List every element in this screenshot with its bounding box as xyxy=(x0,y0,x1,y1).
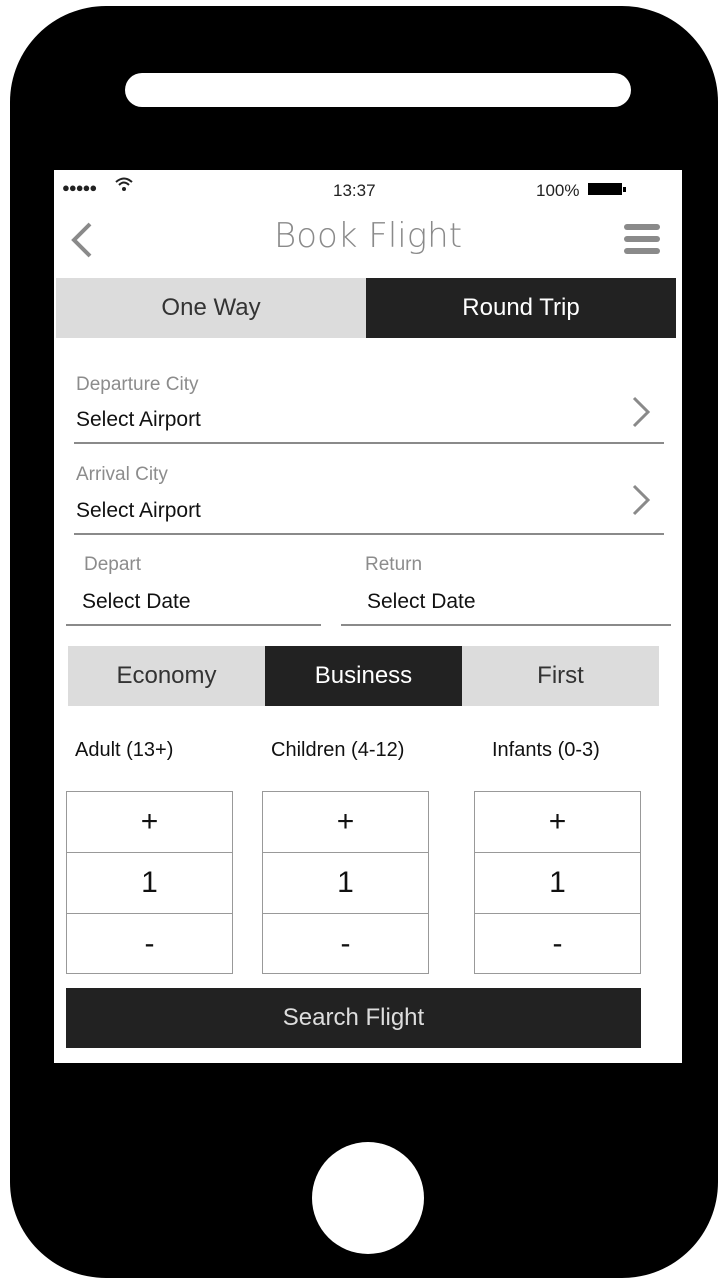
arrival-city-field[interactable]: Arrival City Select Airport xyxy=(74,464,664,535)
departure-city-field[interactable]: Departure City Select Airport xyxy=(74,370,664,444)
adult-minus-button[interactable]: - xyxy=(67,914,232,974)
wifi-icon xyxy=(115,177,133,191)
search-flight-button[interactable]: Search Flight xyxy=(66,988,641,1048)
adult-plus-button[interactable]: + xyxy=(67,792,232,853)
chevron-right-icon xyxy=(632,484,651,516)
page-title: Book Flight xyxy=(273,216,463,256)
children-count: 1 xyxy=(263,853,428,914)
cabin-class-toggle: Economy Business First xyxy=(68,646,659,706)
tab-business[interactable]: Business xyxy=(265,646,462,706)
chevron-right-icon xyxy=(632,396,651,428)
children-label: Children (4-12) xyxy=(271,739,405,761)
children-stepper: + 1 - xyxy=(262,791,429,974)
arrival-city-label: Arrival City xyxy=(76,464,168,485)
depart-date-label: Depart xyxy=(84,554,142,575)
infants-plus-button[interactable]: + xyxy=(475,792,640,853)
infants-label: Infants (0-3) xyxy=(492,739,600,761)
app-screen: ●●●●● 13:37 100% Book Flight One Way Rou… xyxy=(54,170,682,1063)
adult-label: Adult (13+) xyxy=(75,739,174,761)
home-button[interactable] xyxy=(312,1142,424,1254)
departure-city-value: Select Airport xyxy=(76,408,201,431)
phone-speaker xyxy=(125,73,631,107)
signal-strength-icon: ●●●●● xyxy=(62,180,97,195)
tab-economy[interactable]: Economy xyxy=(68,646,265,706)
status-time: 13:37 xyxy=(333,181,376,200)
return-date-value: Select Date xyxy=(367,590,476,613)
infants-minus-button[interactable]: - xyxy=(475,914,640,974)
return-date-label: Return xyxy=(365,554,423,575)
arrival-city-value: Select Airport xyxy=(76,499,201,522)
adult-count: 1 xyxy=(67,853,232,914)
return-date-field[interactable]: Return Select Date xyxy=(341,550,671,626)
nav-bar: Book Flight xyxy=(54,212,682,270)
hamburger-menu-icon[interactable] xyxy=(624,224,660,260)
battery-tip xyxy=(623,187,626,192)
infants-stepper: + 1 - xyxy=(474,791,641,974)
tab-one-way[interactable]: One Way xyxy=(56,278,366,338)
battery-icon xyxy=(588,183,622,195)
infants-count: 1 xyxy=(475,853,640,914)
children-minus-button[interactable]: - xyxy=(263,914,428,974)
departure-city-label: Departure City xyxy=(76,374,199,395)
children-plus-button[interactable]: + xyxy=(263,792,428,853)
trip-type-toggle: One Way Round Trip xyxy=(56,278,676,338)
tab-first[interactable]: First xyxy=(462,646,659,706)
depart-date-field[interactable]: Depart Select Date xyxy=(66,550,321,626)
depart-date-value: Select Date xyxy=(82,590,191,613)
tab-round-trip[interactable]: Round Trip xyxy=(366,278,676,338)
adult-stepper: + 1 - xyxy=(66,791,233,974)
battery-percent: 100% xyxy=(536,181,580,200)
status-bar: ●●●●● 13:37 100% xyxy=(54,170,682,206)
